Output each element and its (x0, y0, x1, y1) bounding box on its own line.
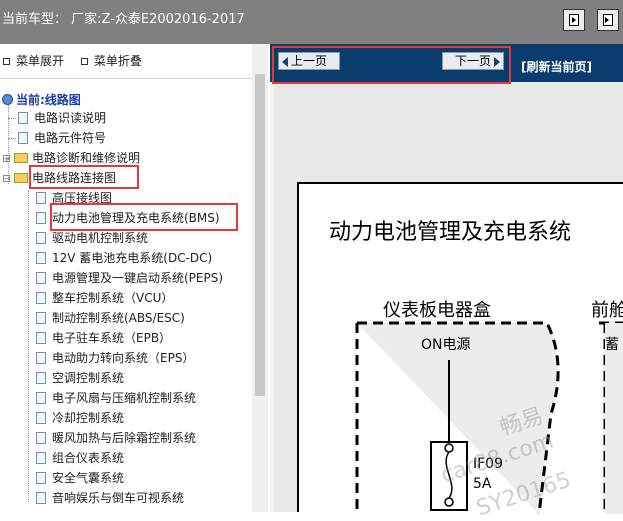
document-icon (36, 252, 46, 264)
document-icon (36, 472, 46, 484)
document-icon (36, 412, 46, 424)
document-icon (36, 352, 46, 364)
fuse-box-label: 仪表板电器盒 (383, 300, 491, 321)
scrollbar-thumb[interactable] (255, 74, 265, 396)
collapse-all-button[interactable]: 菜单折叠 (78, 52, 142, 69)
content-scrollbar[interactable] (270, 82, 274, 512)
front-box-label: 前舱 (591, 300, 623, 321)
document-icon (18, 132, 28, 144)
on-power-label: ON电源 (421, 337, 471, 353)
document-icon (36, 432, 46, 444)
vehicle-model-title: 当前车型： 厂家:Z-众泰E2002016-2017 (2, 12, 245, 27)
tree-item-audio-camera[interactable]: 音响娱乐与倒车可视系统 (36, 488, 184, 508)
document-icon (36, 212, 46, 224)
tree-item-fan-compressor[interactable]: 电子风扇与压缩机控制系统 (36, 388, 196, 408)
document-icon (36, 192, 46, 204)
collapse-icon (80, 57, 88, 65)
document-icon (36, 492, 46, 504)
tree-line (28, 190, 29, 502)
tree-item-abs-esc[interactable]: 制动控制系统(ABS/ESC) (36, 308, 185, 328)
document-icon (36, 372, 46, 384)
document-icon (18, 112, 28, 124)
tree-item-peps[interactable]: 电源管理及一键启动系统(PEPS) (36, 268, 223, 288)
window-toggle-button[interactable] (563, 9, 585, 31)
document-icon (36, 312, 46, 324)
diagram-title: 动力电池管理及充电系统 (329, 220, 572, 245)
highlight-box-bms (50, 203, 238, 231)
refresh-page-link[interactable]: [刷新当前页] (521, 58, 592, 75)
document-icon (36, 392, 46, 404)
folder-icon (14, 153, 28, 163)
tree-item-eps[interactable]: 电动助力转向系统（EPS） (36, 348, 194, 368)
tree-panel: 菜单展开 菜单折叠 当前:线路图 电路识读说明 电路元件符号 + 电路诊断和维修说… (0, 44, 268, 512)
highlight-box-nav (272, 46, 511, 84)
tree-controls: 菜单展开 菜单折叠 (0, 52, 152, 69)
document-icon (36, 332, 46, 344)
tree-item-dcdc[interactable]: 12V 蓄电池充电系统(DC-DC) (36, 248, 212, 268)
tree-item-ac[interactable]: 空调控制系统 (36, 368, 124, 388)
front-box-small-label: 蓄 (605, 337, 619, 353)
tree-item-cooling[interactable]: 冷却控制系统 (36, 408, 124, 428)
diagram-page: 动力电池管理及充电系统 仪表板电器盒 前舱 ON电源 蓄 IF09 5A 畅易 … (297, 182, 623, 521)
tree-item-airbag[interactable]: 安全气囊系统 (36, 468, 124, 488)
tree-item-epb[interactable]: 电子驻车系统（EPB） (36, 328, 171, 348)
globe-icon (2, 94, 13, 105)
tree-item-circuit-reading[interactable]: 电路识读说明 (8, 108, 106, 128)
expand-all-button[interactable]: 菜单展开 (0, 52, 64, 69)
content-panel: 上一页 下一页 [刷新当前页] 动力电池管理及充电系统 仪表板电器盒 前舱 ON… (270, 44, 623, 521)
folder-open-icon (14, 173, 28, 183)
highlight-box-wiring-diagrams (29, 165, 139, 189)
divider (0, 78, 252, 79)
tree-scrollbar[interactable] (252, 44, 268, 512)
document-icon (36, 452, 46, 464)
document-icon (36, 232, 46, 244)
tree-item-heating-defrost[interactable]: 暖风加热与后除霜控制系统 (36, 428, 196, 448)
tree-current-root[interactable]: 当前:线路图 (2, 90, 81, 110)
document-icon (36, 272, 46, 284)
title-bar: 当前车型： 厂家:Z-众泰E2002016-2017 (0, 0, 623, 44)
panel-left-icon (569, 14, 579, 26)
window-toggle-button-2[interactable] (597, 9, 619, 31)
tree-item-motor-control[interactable]: 驱动电机控制系统 (36, 228, 148, 248)
collapse-minus-icon[interactable]: − (3, 175, 10, 183)
document-icon (36, 292, 46, 304)
tree-item-vcu[interactable]: 整车控制系统（VCU） (36, 288, 173, 308)
fuse-terminal-bottom (444, 497, 454, 507)
fuse-terminal-top (444, 443, 454, 453)
expand-plus-icon[interactable]: + (3, 155, 10, 163)
tree-item-cluster[interactable]: 组合仪表系统 (36, 448, 124, 468)
tree-item-component-symbols[interactable]: 电路元件符号 (8, 128, 106, 148)
expand-icon (3, 57, 10, 65)
panel-right-icon (603, 14, 613, 26)
